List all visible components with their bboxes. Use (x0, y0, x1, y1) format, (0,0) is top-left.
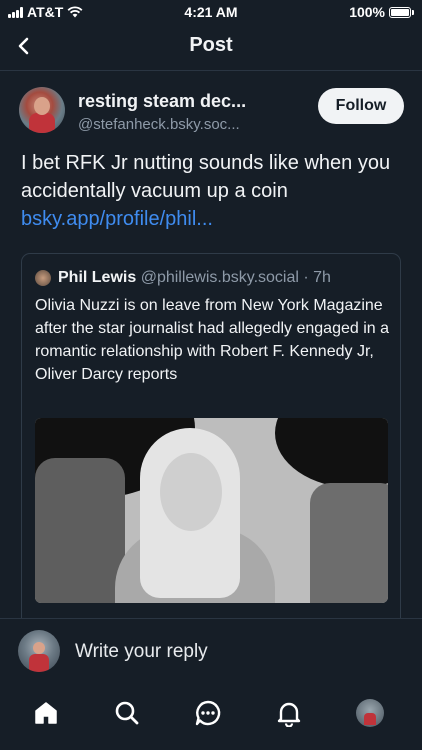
post-link[interactable]: bsky.app/profile/phil... (21, 205, 406, 233)
post-text: I bet RFK Jr nutting sounds like when yo… (21, 152, 391, 202)
quote-image[interactable] (35, 418, 388, 603)
tab-search[interactable] (107, 693, 147, 733)
quote-header: Phil Lewis @phillewis.bsky.social · 7h (58, 269, 331, 287)
quote-text: Olivia Nuzzi is on leave from New York M… (35, 297, 390, 383)
tab-profile[interactable] (350, 693, 390, 733)
post-body: I bet RFK Jr nutting sounds like when yo… (21, 149, 406, 233)
profile-avatar (356, 699, 384, 727)
user-avatar (18, 630, 60, 672)
tab-home[interactable] (26, 693, 66, 733)
battery: 100% (349, 4, 414, 20)
chat-icon (195, 700, 221, 726)
tab-notifications[interactable] (269, 693, 309, 733)
status-bar: AT&T 4:21 AM 100% (0, 0, 422, 24)
author-name[interactable]: resting steam dec... (78, 91, 246, 112)
quoted-post[interactable]: Phil Lewis @phillewis.bsky.social · 7h O… (21, 253, 401, 633)
bell-icon (277, 702, 301, 727)
battery-tip (412, 9, 414, 15)
tab-bar (0, 683, 422, 750)
quote-author-name: Phil Lewis (58, 269, 137, 286)
battery-percent: 100% (349, 4, 385, 20)
home-icon (35, 702, 57, 724)
quote-separator: · (298, 269, 314, 286)
battery-icon (389, 6, 411, 18)
tab-chat[interactable] (188, 693, 228, 733)
quote-time: 7h (313, 269, 331, 286)
author-avatar[interactable] (19, 87, 65, 133)
search-icon (115, 701, 139, 725)
author-handle[interactable]: @stefanheck.bsky.soc... (78, 116, 240, 133)
follow-button[interactable]: Follow (318, 88, 404, 124)
page-title: Post (189, 34, 233, 56)
top-nav: Post (0, 24, 422, 71)
reply-input[interactable]: Write your reply (75, 641, 208, 663)
quote-author-handle: @phillewis.bsky.social (140, 269, 299, 286)
reply-composer[interactable]: Write your reply (0, 618, 422, 684)
quote-author-avatar (35, 270, 51, 286)
